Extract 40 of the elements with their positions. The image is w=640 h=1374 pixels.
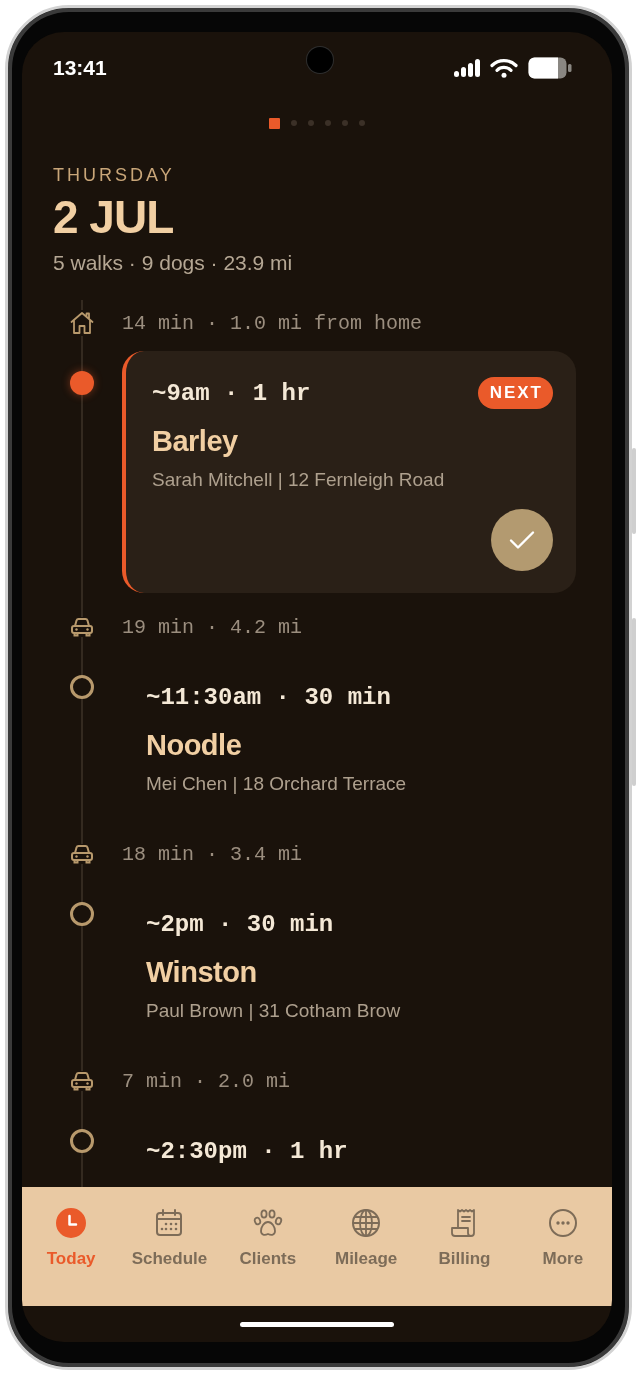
walk-time: ~2pm · 30 min (146, 910, 334, 938)
walk-time: ~11:30am · 30 min (146, 683, 391, 711)
travel-info: 7 min · 2.0 mi (122, 1069, 291, 1093)
walk-time: ~9am · 1 hr (152, 379, 311, 407)
paw-icon (251, 1207, 284, 1239)
dog-name: Barley (152, 424, 239, 459)
side-button[interactable] (632, 448, 636, 534)
client-address: Sarah Mitchell | 12 Fernleigh Road (152, 468, 446, 492)
nav-tab[interactable]: Billing (415, 1187, 514, 1306)
client-address: Mei Chen | 18 Orchard Terrace (146, 772, 408, 796)
nav-tab[interactable]: Today (22, 1187, 121, 1306)
nav-tab[interactable]: More (513, 1187, 612, 1306)
walk-card[interactable]: ~9am · 1 hr NEXT Barley Sarah Mitchell | 12 Fernleigh Road (122, 351, 576, 593)
battery-icon (528, 57, 572, 79)
dog-name: Winston (146, 955, 258, 990)
weekday-label: THURSDAY (53, 164, 176, 186)
travel-info: 18 min · 3.4 mi (122, 842, 303, 866)
walk-time: ~2:30pm · 1 hr (146, 1137, 348, 1165)
globe-icon (350, 1207, 383, 1239)
dog-name: Noodle (146, 728, 243, 763)
day-summary: 5 walks · 9 dogs · 23.9 mi (53, 250, 294, 276)
client-address: Paul Brown | 31 Cotham Brow (146, 999, 402, 1023)
side-button[interactable] (632, 618, 636, 786)
car-icon (70, 617, 94, 637)
status-time: 13:41 (53, 56, 107, 80)
car-icon (70, 1071, 94, 1091)
next-badge: NEXT (477, 377, 553, 409)
nav-tab[interactable]: Mileage (317, 1187, 416, 1306)
clock-icon (55, 1207, 88, 1239)
travel-info: 19 min · 4.2 mi (122, 615, 303, 639)
date-title: 2 JUL (53, 191, 175, 243)
checkmark-icon (509, 530, 535, 550)
nav-tab[interactable]: Clients (218, 1187, 317, 1306)
signal-icon (454, 59, 480, 77)
more-icon (546, 1207, 579, 1239)
front-camera (307, 47, 333, 73)
nav-tab[interactable]: Schedule (120, 1187, 219, 1306)
car-icon (70, 844, 94, 864)
travel-info: 14 min · 1.0 mi from home (122, 311, 423, 335)
wifi-icon (490, 58, 518, 78)
